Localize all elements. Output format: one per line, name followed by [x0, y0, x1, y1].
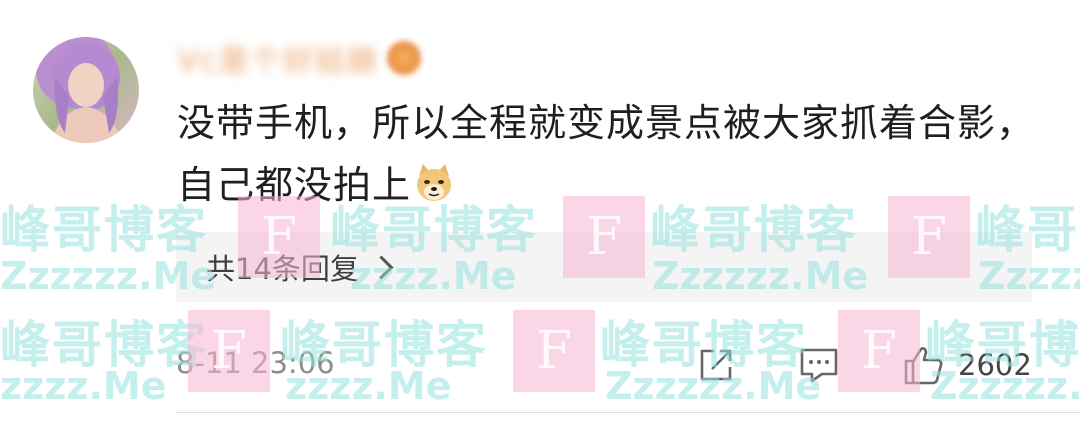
comment-text: 没带手机，所以全程就变成景点被大家抓着合影，自己都没拍上	[177, 92, 1037, 216]
chevron-right-icon	[369, 254, 394, 280]
comment-icon	[800, 348, 838, 383]
comment-body: 没带手机，所以全程就变成景点被大家抓着合影，自己都没拍上	[177, 101, 1036, 207]
avatar[interactable]	[33, 37, 139, 143]
view-replies-link[interactable]: 共14条回复	[206, 246, 394, 288]
avatar-image	[51, 43, 123, 143]
comment-footer: 8-11 23:06 2602	[176, 338, 1046, 394]
comment-card: Vc是个好姑娘 没带手机，所以全程就变成景点被大家抓着合影，自己都没拍上 共14…	[0, 0, 1080, 438]
timestamp: 8-11 23:06	[176, 346, 335, 380]
share-icon	[700, 349, 732, 381]
doge-emoji-icon	[417, 164, 452, 201]
username[interactable]: Vc是个好姑娘	[178, 36, 379, 80]
share-button[interactable]	[696, 342, 736, 388]
divider	[176, 412, 1080, 413]
replies-box: 共14条回复	[176, 232, 1032, 302]
like-button[interactable]: 2602	[902, 342, 1032, 388]
username-row: Vc是个好姑娘	[178, 36, 422, 80]
thumbs-up-icon	[904, 347, 943, 385]
like-count: 2602	[958, 348, 1032, 382]
replies-count-label: 共14条回复	[206, 252, 359, 286]
vip-badge-icon	[387, 41, 422, 75]
comment-button[interactable]	[798, 342, 840, 388]
